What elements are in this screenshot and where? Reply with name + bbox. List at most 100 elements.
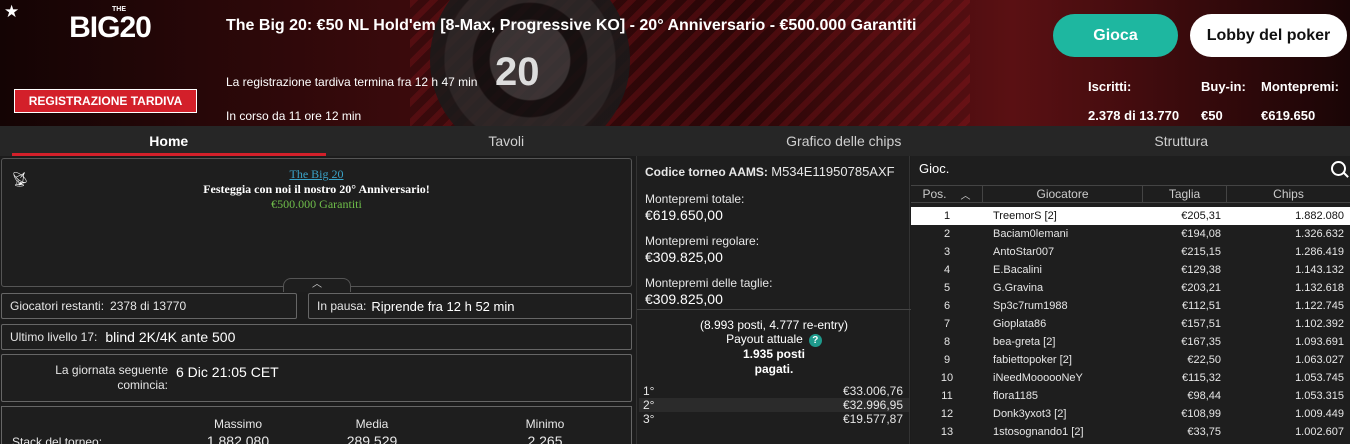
player-name: E.Bacalini	[993, 264, 1042, 276]
stack-max-label: Massimo	[213, 417, 262, 431]
help-icon[interactable]: ?	[808, 334, 822, 347]
player-chips: 1.326.632	[1295, 228, 1344, 240]
prizepool-label: Montepremi:	[1261, 79, 1339, 94]
divider	[637, 309, 911, 310]
favorite-star-icon[interactable]: ★	[4, 2, 19, 22]
player-row[interactable]: 11 flora1185 €98,44 1.053.315	[911, 387, 1350, 405]
payout-row: 3° €19.577,87	[643, 412, 903, 426]
player-name: Donk3yxot3 [2]	[993, 408, 1067, 420]
regular-prize-label: Montepremi regolare:	[645, 234, 760, 248]
player-name: Baciam0lemani	[993, 228, 1069, 240]
player-chips: 1.102.392	[1295, 318, 1344, 330]
player-bounty: €22,50	[1187, 354, 1221, 366]
stack-min-value: 2.265	[527, 433, 563, 444]
collapse-chevron-up-icon[interactable]: ︿	[283, 278, 351, 292]
player-bounty: €157,51	[1181, 318, 1221, 330]
next-day-box: La giornata seguente comincia: 6 Dic 21:0…	[1, 354, 632, 402]
player-row[interactable]: 10 iNeedMoooooNeY €115,32 1.053.745	[911, 369, 1350, 387]
player-name: bea-greta [2]	[993, 336, 1056, 348]
big20-logo: THE BIG20	[69, 6, 152, 44]
total-prize-label: Montepremi totale:	[645, 192, 745, 206]
entrants-value: 2.378 di 13.770	[1088, 108, 1180, 123]
paid-suffix: pagati.	[754, 362, 794, 376]
player-bounty: €115,32	[1182, 372, 1221, 384]
player-position: 13	[940, 426, 954, 438]
player-row[interactable]: 5 G.Gravina €203,21 1.132.618	[911, 279, 1350, 297]
bounty-prize-value: €309.825,00	[645, 291, 723, 307]
news-guarantee: €500.000 Garantiti	[271, 197, 362, 211]
tab-chip-graph[interactable]: Grafico delle chips	[675, 126, 1013, 156]
search-icon[interactable]	[1331, 161, 1346, 176]
player-position: 10	[940, 372, 954, 384]
player-position: 1	[943, 210, 951, 222]
players-left-value: 2378 di 13770	[110, 299, 187, 313]
player-position: 7	[943, 318, 951, 330]
player-bounty: €203,21	[1181, 282, 1221, 294]
regular-prize-value: €309.825,00	[645, 249, 723, 265]
player-row[interactable]: 8 bea-greta [2] €167,35 1.093.691	[911, 333, 1350, 351]
player-name: 1stosognando1 [2]	[993, 426, 1084, 438]
payout-label: Payout attuale?	[637, 332, 911, 347]
player-name: Gioplata86	[993, 318, 1047, 330]
col-chips[interactable]: Chips	[1227, 186, 1350, 202]
chip-20-graphic: 20	[495, 50, 540, 94]
player-name: Sp3c7rum1988	[993, 300, 1068, 312]
player-row[interactable]: 7 Gioplata86 €157,51 1.102.392	[911, 315, 1350, 333]
payout-row: 1° €33.006,76	[643, 384, 903, 398]
tab-home[interactable]: Home	[0, 126, 338, 156]
player-bounty: €205,31	[1181, 210, 1221, 222]
news-panel: 📡︎ The Big 20 Festeggia con noi il nostr…	[1, 158, 632, 287]
buyin-label: Buy-in:	[1201, 79, 1246, 94]
player-row[interactable]: 2 Baciam0lemani €194,08 1.326.632	[911, 225, 1350, 243]
pause-label: In pausa:	[317, 299, 367, 313]
player-row[interactable]: 12 Donk3yxot3 [2] €108,99 1.009.449	[911, 405, 1350, 423]
player-bounty: €215,15	[1181, 246, 1221, 258]
col-player[interactable]: Giocatore	[983, 186, 1143, 202]
player-chips: 1.093.691	[1295, 336, 1344, 348]
late-registration-end: La registrazione tardiva termina fra 12 …	[226, 75, 478, 89]
pause-box: In pausa: Riprende fra 12 h 52 min	[308, 293, 632, 319]
player-bounty: €112,51	[1182, 300, 1221, 312]
players-left-label: Giocatori restanti:	[10, 299, 105, 313]
next-day-value: 6 Dic 21:05 CET	[176, 364, 279, 380]
player-row[interactable]: 9 fabiettopoker [2] €22,50 1.063.027	[911, 351, 1350, 369]
player-chips: 1.009.449	[1295, 408, 1344, 420]
total-prize-value: €619.650,00	[645, 207, 723, 223]
player-position: 2	[943, 228, 951, 240]
player-position: 3	[943, 246, 951, 258]
tournament-header: 20 ★ THE BIG20 REGISTRAZIONE TARDIVA The…	[0, 0, 1350, 126]
player-chips: 1.882.080	[1295, 210, 1344, 222]
players-table-header: Pos. ︿ Giocatore Taglia Chips	[911, 185, 1350, 203]
player-row[interactable]: 6 Sp3c7rum1988 €112,51 1.122.745	[911, 297, 1350, 315]
stack-max-value: 1.882.080	[206, 433, 270, 444]
player-chips: 1.053.315	[1295, 390, 1344, 402]
next-day-label: La giornata seguente comincia:	[55, 363, 168, 392]
player-row[interactable]: 4 E.Bacalini €129,38 1.143.132	[911, 261, 1350, 279]
player-search-input[interactable]: Gioc.	[919, 161, 949, 176]
player-chips: 1.002.607	[1295, 426, 1344, 438]
buyin-value: €50	[1201, 108, 1223, 123]
player-name: G.Gravina	[993, 282, 1044, 294]
player-chips: 1.143.132	[1295, 264, 1344, 276]
col-position[interactable]: Pos. ︿	[911, 186, 983, 202]
payout-row: 2° €32.996,95	[639, 398, 909, 412]
player-bounty: €33,75	[1187, 426, 1221, 438]
player-name: TreemorS [2]	[993, 210, 1057, 222]
prizepool-value: €619.650	[1261, 108, 1316, 123]
player-name: iNeedMoooooNeY	[993, 372, 1083, 384]
play-button[interactable]: Gioca	[1053, 14, 1178, 57]
poker-lobby-button[interactable]: Lobby del poker	[1190, 14, 1347, 57]
player-row[interactable]: 3 AntoStar007 €215,15 1.286.419	[911, 243, 1350, 261]
tab-structure[interactable]: Struttura	[1013, 126, 1350, 156]
player-position: 8	[943, 336, 951, 348]
stack-avg-label: Media	[355, 417, 389, 431]
player-row[interactable]: 13 1stosognando1 [2] €33,75 1.002.607	[911, 423, 1350, 441]
news-link[interactable]: The Big 20	[2, 167, 631, 182]
player-row[interactable]: 1 TreemorS [2] €205,31 1.882.080	[911, 207, 1350, 225]
aams-code: Codice torneo AAMS: M534E11950785AXF	[645, 164, 895, 179]
seats-info: (8.993 posti, 4.777 re-entry)	[699, 318, 849, 332]
col-bounty[interactable]: Taglia	[1143, 186, 1227, 202]
stack-label: Stack del torneo:	[12, 435, 103, 444]
players-left-box: Giocatori restanti: 2378 di 13770	[1, 293, 297, 319]
tab-tables[interactable]: Tavoli	[338, 126, 676, 156]
